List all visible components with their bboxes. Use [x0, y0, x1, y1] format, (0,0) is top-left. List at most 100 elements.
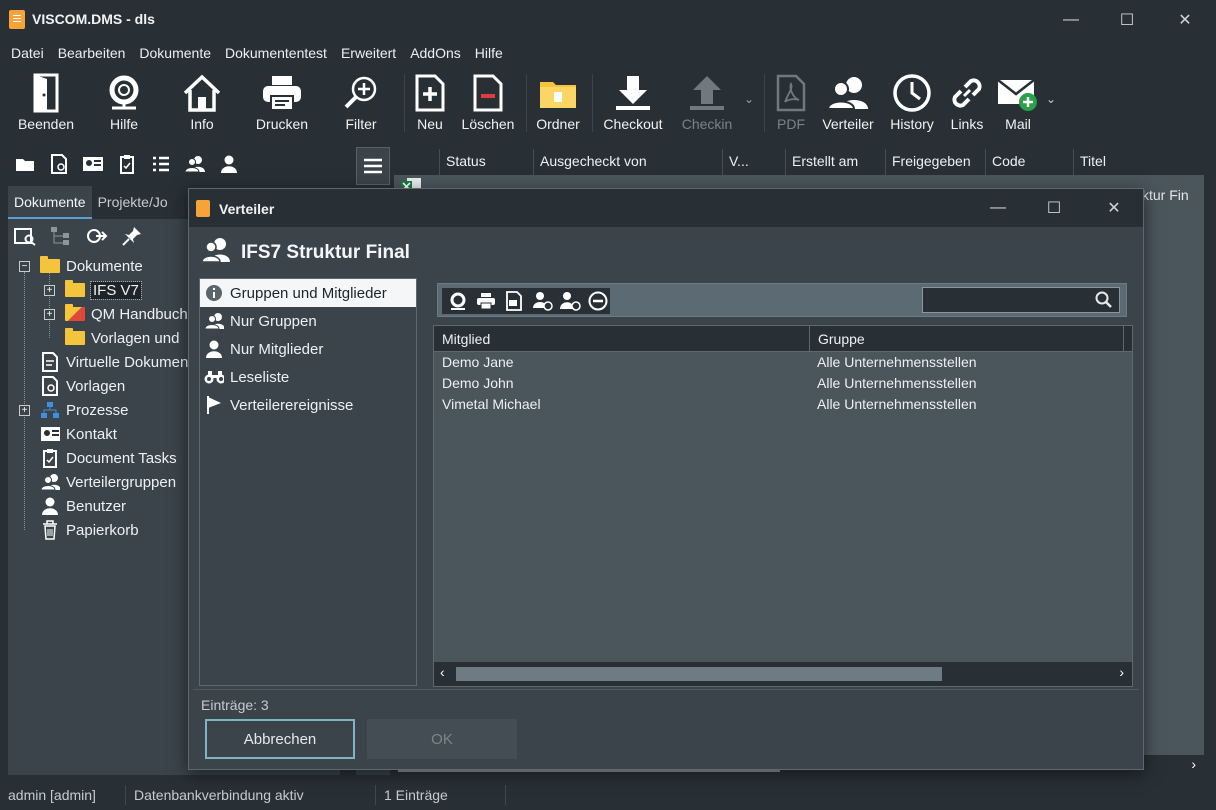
col-header-ausgecheckt[interactable]: Ausgecheckt von — [534, 149, 723, 175]
tree-item-benutzer[interactable]: Benutzer — [40, 494, 126, 518]
nav-label: Gruppen und Mitglieder — [230, 284, 387, 302]
flag-icon — [204, 395, 224, 415]
folder-icon[interactable] — [14, 153, 36, 175]
add-user-icon[interactable] — [558, 289, 582, 313]
loeschen-button[interactable]: Löschen — [448, 72, 528, 132]
tree-item-virtuelle[interactable]: Virtuelle Dokumen — [40, 350, 188, 374]
cell-member: Demo Jane — [442, 354, 514, 370]
printer-icon[interactable] — [474, 289, 498, 313]
tree-item-document-tasks[interactable]: Document Tasks — [40, 446, 177, 470]
export-excel-icon[interactable] — [502, 289, 526, 313]
tree-item-papierkorb[interactable]: Papierkorb — [40, 518, 139, 542]
nav-leseliste[interactable]: Leseliste — [200, 363, 416, 391]
tree-search-icon[interactable] — [14, 226, 36, 249]
tree-label: Papierkorb — [66, 521, 139, 539]
tree-item-prozesse[interactable]: + Prozesse — [19, 398, 129, 422]
new-document-icon — [408, 72, 452, 114]
navigate-arrow-icon[interactable] — [86, 226, 108, 249]
info-button[interactable]: Info — [162, 72, 242, 132]
table-row[interactable]: Vimetal Michael Alle Unternehmensstellen — [434, 394, 1132, 415]
col-header-titel[interactable]: Titel — [1074, 149, 1204, 175]
scroll-left-icon[interactable]: ‹ — [440, 664, 445, 680]
list-icon[interactable] — [150, 153, 172, 175]
contact-card-icon[interactable] — [82, 153, 104, 175]
table-row[interactable]: Demo Jane Alle Unternehmensstellen — [434, 352, 1132, 373]
table-row[interactable]: Demo John Alle Unternehmensstellen — [434, 373, 1132, 394]
lifebuoy-icon[interactable] — [446, 289, 470, 313]
left-tabs: Dokumente Projekte/Jo — [8, 186, 174, 219]
scroll-right-icon[interactable]: › — [1119, 664, 1124, 680]
checkout-button[interactable]: Checkout — [593, 72, 673, 132]
menu-bearbeiten[interactable]: Bearbeiten — [58, 45, 126, 61]
mail-dropdown-icon[interactable]: ⌄ — [1046, 92, 1056, 106]
scroll-right-icon[interactable]: › — [1191, 756, 1196, 772]
document-search-icon[interactable] — [48, 153, 70, 175]
nav-nur-gruppen[interactable]: Nur Gruppen — [200, 307, 416, 335]
tab-dokumente[interactable]: Dokumente — [8, 186, 92, 219]
col-header-status[interactable]: Status — [440, 149, 534, 175]
add-group-icon[interactable] — [530, 289, 554, 313]
expand-icon[interactable]: + — [19, 404, 30, 416]
ordner-button[interactable]: Ordner — [518, 72, 598, 132]
maximize-button[interactable]: ☐ — [1104, 0, 1150, 40]
drucken-button[interactable]: Drucken — [242, 72, 322, 132]
col-header-freigegeben[interactable]: Freigegeben — [886, 149, 986, 175]
dialog-maximize-button[interactable]: ☐ — [1031, 188, 1077, 228]
tree-structure-icon[interactable] — [50, 226, 72, 249]
tree-item-kontakt[interactable]: Kontakt — [40, 422, 117, 446]
col-header-code[interactable]: Code — [986, 149, 1074, 175]
col-header-version[interactable]: V... — [723, 149, 786, 175]
status-bar: admin [admin] Datenbankverbindung aktiv … — [0, 780, 1216, 810]
menu-dokumente[interactable]: Dokumente — [139, 45, 211, 61]
tree-item-vorlagen[interactable]: Vorlagen — [40, 374, 125, 398]
member-search-input[interactable] — [922, 287, 1120, 313]
collapse-icon[interactable]: − — [19, 260, 30, 272]
tree-item-vorlagen-und[interactable]: Vorlagen und — [65, 326, 179, 350]
expand-icon[interactable]: + — [44, 308, 55, 320]
tree-item-dokumente[interactable]: − Dokumente — [19, 254, 143, 278]
cancel-button[interactable]: Abbrechen — [205, 719, 355, 759]
menu-hilfe[interactable]: Hilfe — [475, 45, 503, 61]
menu-addons[interactable]: AddOns — [410, 45, 461, 61]
folder-icon — [40, 256, 60, 273]
nav-verteilerereignisse[interactable]: Verteilerereignisse — [200, 391, 416, 419]
hilfe-button[interactable]: Hilfe — [84, 72, 164, 132]
expand-icon[interactable]: + — [44, 284, 55, 296]
clipboard-icon[interactable] — [116, 153, 138, 175]
col-header-erstellt[interactable]: Erstellt am — [786, 149, 886, 175]
tree-item-verteilergruppen[interactable]: Verteilergruppen — [40, 470, 176, 494]
delete-document-icon — [466, 72, 510, 114]
col-header-mitglied[interactable]: Mitglied — [434, 326, 810, 351]
ok-button[interactable]: OK — [367, 719, 517, 759]
tree-label: Virtuelle Dokumen — [66, 353, 189, 371]
member-hscroll-thumb[interactable] — [456, 667, 942, 681]
tab-projekte[interactable]: Projekte/Jo — [92, 186, 174, 219]
minimize-button[interactable]: — — [1048, 0, 1094, 40]
pin-icon[interactable] — [122, 226, 142, 249]
menu-erweitert[interactable]: Erweitert — [341, 45, 396, 61]
filter-button[interactable]: Filter — [321, 72, 401, 132]
main-toolbar: Beenden Hilfe Info Drucken Filter Neu Lö… — [0, 66, 1216, 136]
tree-item-ifs-v7[interactable]: + IFS V7 — [44, 278, 142, 302]
col-header-gruppe[interactable]: Gruppe — [810, 326, 1124, 351]
nav-nur-mitglieder[interactable]: Nur Mitglieder — [200, 335, 416, 363]
member-tool-buttons — [442, 288, 610, 314]
member-hscrollbar[interactable]: ‹ › — [434, 662, 1132, 686]
dialog-minimize-button[interactable]: — — [975, 188, 1021, 228]
hamburger-icon — [364, 158, 382, 174]
checkin-button[interactable]: Checkin — [667, 72, 747, 132]
user-icon[interactable] — [218, 153, 240, 175]
dialog-title-bar: Verteiler — ☐ ✕ — [189, 189, 1143, 227]
beenden-button[interactable]: Beenden — [6, 72, 86, 132]
grid-menu-button[interactable] — [356, 147, 390, 185]
template-icon — [40, 376, 60, 396]
menu-datei[interactable]: Datei — [11, 45, 44, 61]
users-icon[interactable] — [184, 153, 206, 175]
menu-dokumententest[interactable]: Dokumententest — [225, 45, 327, 61]
dialog-close-button[interactable]: ✕ — [1091, 188, 1137, 228]
close-button[interactable]: ✕ — [1162, 0, 1208, 40]
remove-icon[interactable] — [586, 289, 610, 313]
tree-item-qm-handbuch[interactable]: + QM Handbuch — [44, 302, 188, 326]
nav-gruppen-und-mitglieder[interactable]: Gruppen und Mitglieder — [200, 279, 416, 307]
grid-cell-title[interactable]: ktur Fin — [1142, 187, 1189, 203]
